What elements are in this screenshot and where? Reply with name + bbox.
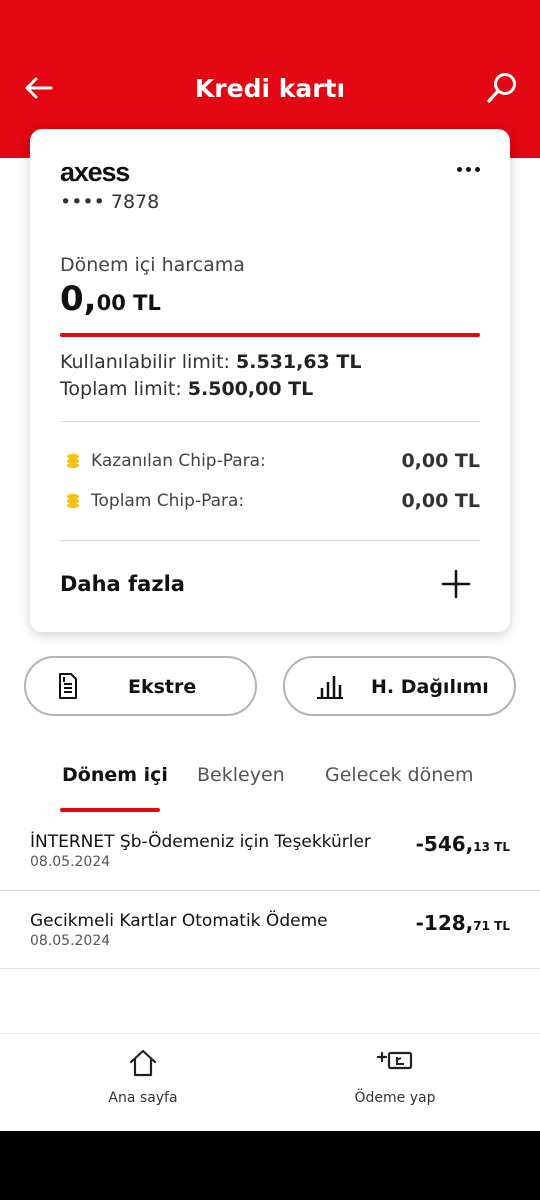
search-button[interactable] xyxy=(482,68,522,108)
transaction-amount: -128,71 TL xyxy=(416,911,510,935)
period-spending-amount: 0,00 TL xyxy=(60,279,161,319)
transaction-date: 08.05.2024 xyxy=(30,854,111,870)
transaction-amount-decimal: 13 TL xyxy=(473,840,510,854)
spending-distribution-label: H. Dağılımı xyxy=(371,676,489,698)
transaction-amount-decimal: 71 TL xyxy=(473,919,510,933)
transaction-row[interactable]: Gecikmeli Kartlar Otomatik Ödeme 08.05.2… xyxy=(0,891,540,969)
statement-label: Ekstre xyxy=(128,676,197,698)
total-limit-label: Toplam limit: xyxy=(60,378,182,400)
active-tab-indicator xyxy=(60,808,160,812)
page-title: Kredi kartı xyxy=(194,74,346,103)
nav-payment-label: Ödeme yap xyxy=(354,1090,436,1106)
transaction-amount: -546,13 TL xyxy=(416,832,510,856)
more-dot xyxy=(474,166,480,172)
divider xyxy=(60,540,480,541)
available-limit-label: Kullanılabilir limit: xyxy=(60,351,230,373)
total-chip-para-row: Toplam Chip-Para: 0,00 TL xyxy=(60,486,480,516)
transaction-title: İNTERNET Şb-Ödemeniz için Teşekkürler xyxy=(30,832,371,852)
chip-para-value: 0,00 TL xyxy=(401,450,480,472)
transaction-title: Gecikmeli Kartlar Otomatik Ödeme xyxy=(30,911,328,931)
nav-home-label: Ana sayfa xyxy=(108,1090,178,1106)
statement-button[interactable]: Ekstre xyxy=(24,656,257,716)
more-horizontal-icon xyxy=(456,166,462,172)
more-details-toggle[interactable]: Daha fazla xyxy=(60,559,480,609)
bar-chart-icon xyxy=(315,671,345,701)
credit-card-summary: axess •••• 7878 Dönem içi harcama 0,00 T… xyxy=(30,129,510,632)
available-limit-value: 5.531,63 TL xyxy=(236,351,362,373)
transaction-date: 08.05.2024 xyxy=(30,933,111,949)
chip-para-value: 0,00 TL xyxy=(401,490,480,512)
chip-para-label: Toplam Chip-Para: xyxy=(91,491,245,511)
spending-distribution-button[interactable]: H. Dağılımı xyxy=(283,656,516,716)
period-spending-label: Dönem içi harcama xyxy=(60,254,245,276)
bottom-navigation: Ana sayfa Ödeme yap xyxy=(0,1033,540,1131)
home-icon xyxy=(43,1048,243,1080)
transaction-amount-integer: -128, xyxy=(415,911,474,935)
amount-integer: 0, xyxy=(60,279,97,319)
tab-next-period[interactable]: Gelecek dönem xyxy=(325,764,473,786)
card-number: •••• 7878 xyxy=(60,191,160,213)
coins-icon xyxy=(63,491,83,511)
system-navigation-bar xyxy=(0,1131,540,1200)
payment-icon xyxy=(295,1048,495,1080)
nav-home[interactable]: Ana sayfa xyxy=(43,1034,243,1132)
more-details-label: Daha fazla xyxy=(60,572,185,596)
card-brand-logo: axess xyxy=(60,157,130,187)
statement-icon xyxy=(56,672,80,700)
earned-chip-para-row: Kazanılan Chip-Para: 0,00 TL xyxy=(60,446,480,476)
divider xyxy=(60,421,480,422)
transaction-amount-integer: -546, xyxy=(415,832,474,856)
more-dot xyxy=(465,166,471,172)
total-limit-value: 5.500,00 TL xyxy=(187,378,314,400)
transaction-row[interactable]: İNTERNET Şb-Ödemeniz için Teşekkürler 08… xyxy=(0,832,540,891)
limit-progress-bar xyxy=(60,333,480,337)
search-icon xyxy=(487,73,516,103)
total-limit: Toplam limit: 5.500,00 TL xyxy=(60,378,313,400)
coins-icon xyxy=(63,451,83,471)
nav-payment[interactable]: Ödeme yap xyxy=(295,1034,495,1132)
available-limit: Kullanılabilir limit: 5.531,63 TL xyxy=(60,351,361,373)
tab-pending[interactable]: Bekleyen xyxy=(197,764,285,786)
amount-decimal: 00 TL xyxy=(96,291,161,315)
chip-para-label: Kazanılan Chip-Para: xyxy=(91,451,266,471)
tab-current-period[interactable]: Dönem içi xyxy=(62,764,168,786)
card-options-button[interactable] xyxy=(452,155,484,183)
plus-icon xyxy=(438,566,474,602)
